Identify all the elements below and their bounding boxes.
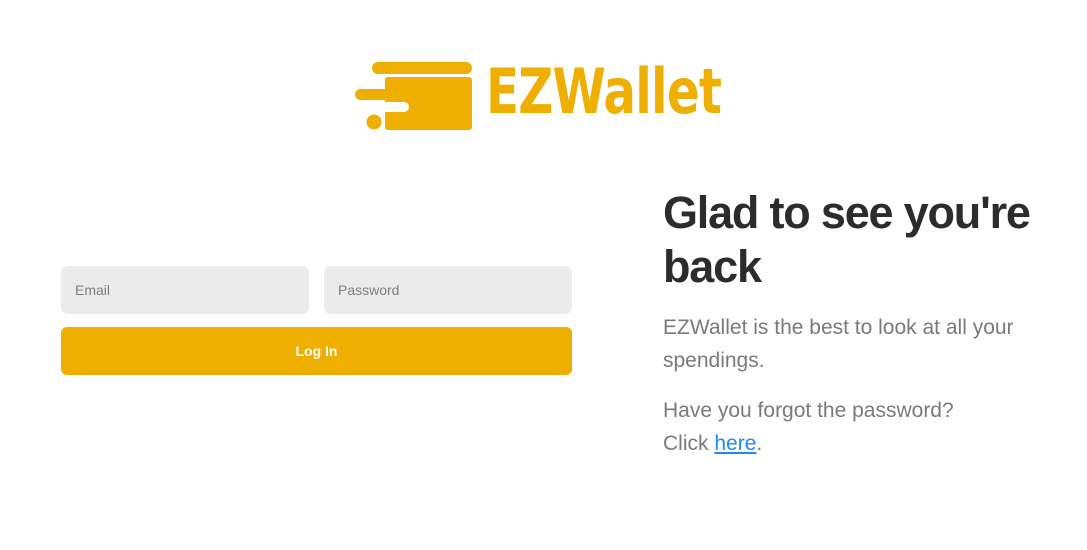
logo-wordmark: EZWallet: [486, 55, 722, 128]
welcome-description: EZWallet is the best to look at all your…: [663, 316, 1014, 372]
login-form: Log In: [61, 266, 572, 375]
password-field[interactable]: [324, 266, 572, 314]
forgot-question: Have you forgot the password?: [663, 399, 954, 422]
welcome-panel: Glad to see you're back EZWallet is the …: [663, 186, 1063, 460]
email-field[interactable]: [61, 266, 309, 314]
forgot-period: .: [756, 432, 763, 455]
welcome-heading: Glad to see you're back: [663, 187, 1031, 292]
ezwallet-logo: EZWallet: [355, 56, 722, 132]
credentials-row: [61, 266, 572, 314]
login-page: EZWallet Log In Glad to see you're back …: [0, 0, 1087, 550]
wallet-logo-icon: [355, 62, 472, 130]
login-button[interactable]: Log In: [61, 327, 572, 375]
forgot-password-text: Have you forgot the password? Click here.: [663, 394, 1063, 460]
click-prefix: Click: [663, 432, 709, 455]
forgot-password-link[interactable]: here: [714, 432, 756, 455]
